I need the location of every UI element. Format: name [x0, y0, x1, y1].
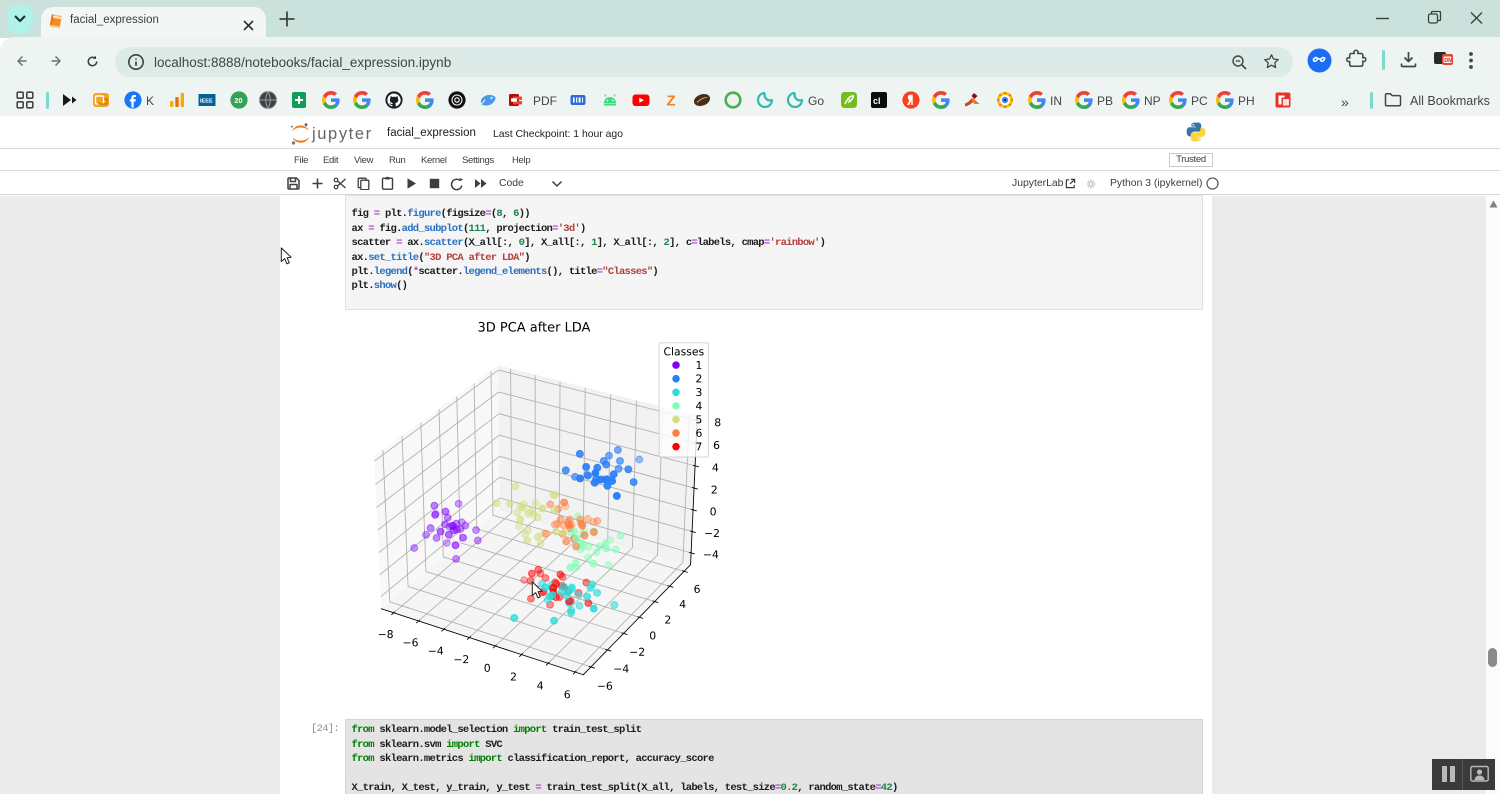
svg-text:Z: Z	[667, 93, 676, 110]
svg-text:20: 20	[234, 96, 242, 105]
svg-text:IEEE: IEEE	[200, 99, 213, 105]
svg-text:cl: cl	[873, 96, 881, 106]
svg-text:DM: DM	[1444, 58, 1453, 64]
